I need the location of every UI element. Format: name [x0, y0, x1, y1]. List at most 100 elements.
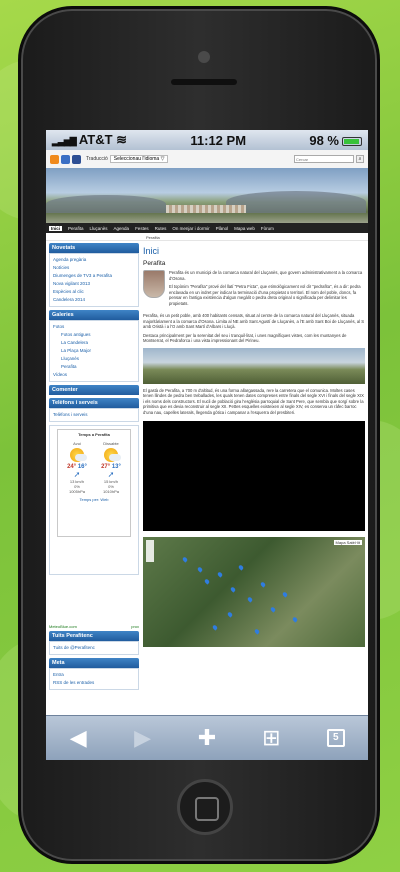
- weather-day-name: Avui: [73, 441, 81, 446]
- weather-pressure: 1005hPa: [68, 489, 85, 494]
- sidebar-link[interactable]: Espècies al clic: [53, 288, 135, 296]
- widget-comenter: Comenter: [49, 385, 139, 395]
- site-topbar: Traducció Seleccionau l'idioma ▽ ⌕: [46, 150, 368, 168]
- weather-title: Temps a Perafita: [78, 432, 110, 437]
- search-input[interactable]: [294, 155, 354, 163]
- safari-toolbar: ◀ ▶ ✚ ⊞ 5: [46, 715, 368, 760]
- partly-cloudy-icon: [69, 448, 87, 462]
- map-pin-icon[interactable]: [229, 586, 237, 593]
- sidebar-link[interactable]: Tuits de @Perafitenc: [53, 644, 135, 652]
- map-pin-icon[interactable]: [226, 611, 234, 618]
- battery-indicator: 98 %: [309, 133, 362, 148]
- rss-icon[interactable]: [50, 154, 59, 164]
- section-title: Perafita: [143, 260, 166, 267]
- sidebar-link[interactable]: Fotos: [53, 323, 135, 331]
- map-pin-icon[interactable]: [281, 591, 289, 598]
- nav-item-menjar[interactable]: On menjar i dormir: [172, 226, 209, 231]
- weather-next-link[interactable]: prox: [131, 624, 139, 629]
- weather-day-name: Dissabte: [103, 441, 119, 446]
- nav-item-festes[interactable]: Festes: [135, 226, 149, 231]
- nav-item-perafita[interactable]: Perafita: [68, 226, 84, 231]
- weather-pressure: 1010hPa: [102, 489, 119, 494]
- sidebar-link[interactable]: RSS de les entrades: [53, 679, 135, 687]
- facebook-icon[interactable]: [72, 154, 81, 164]
- sidebar-link[interactable]: Lluçanès: [53, 355, 135, 363]
- landscape-photo[interactable]: [143, 347, 365, 384]
- nav-item-rutes[interactable]: Rutes: [155, 226, 167, 231]
- search-button[interactable]: ⌕: [356, 155, 364, 163]
- map-pin-icon[interactable]: [211, 624, 219, 631]
- video-embed[interactable]: [143, 421, 365, 531]
- sidebar-link[interactable]: La Candelera: [53, 339, 135, 347]
- widget-title[interactable]: Comenter: [49, 385, 139, 395]
- twitter-icon[interactable]: [61, 154, 70, 164]
- widget-title: Telèfons i serveis: [49, 398, 139, 408]
- paragraph: El gastà de Perafita, a 700 m d'altitud,…: [143, 387, 364, 415]
- tabs-button[interactable]: 5: [321, 723, 351, 753]
- paragraph: El topònim "Perafita" prové del llatí "P…: [169, 284, 361, 306]
- nav-item-llucanes[interactable]: Lluçanès: [90, 226, 108, 231]
- nav-item-mapa-web[interactable]: Mapa web: [234, 226, 255, 231]
- phone-screen: ▂▃▅▇ AT&T ≋ 11:12 PM 98 % Traducció Sele…: [46, 130, 368, 760]
- front-camera: [198, 51, 210, 63]
- map-pin-icon[interactable]: [203, 578, 211, 585]
- carrier-signal: ▂▃▅▇ AT&T ≋: [52, 132, 127, 148]
- sidebar-link[interactable]: Fotos antigues: [53, 331, 135, 339]
- map-pin-icon[interactable]: [259, 581, 267, 588]
- widget-meta: Meta Entra RSS de les entrades: [49, 658, 139, 690]
- weather-source-link[interactable]: MeteoBlue.com: [49, 624, 77, 629]
- widget-novetats: Novetats Agenda pregària Notícies Diumen…: [49, 243, 139, 307]
- sidebar-link[interactable]: La Plaça Major: [53, 347, 135, 355]
- map-zoom-control[interactable]: [146, 540, 154, 562]
- web-page: Traducció Seleccionau l'idioma ▽ ⌕ Inici…: [46, 150, 368, 735]
- carrier-label: AT&T: [78, 132, 113, 147]
- nav-item-forum[interactable]: Fòrum: [261, 226, 274, 231]
- map-pin-icon[interactable]: [246, 596, 254, 603]
- home-button[interactable]: [177, 779, 233, 835]
- coat-of-arms-image: [143, 270, 165, 298]
- sidebar: Novetats Agenda pregària Notícies Diumen…: [49, 243, 139, 693]
- wifi-icon: ≋: [116, 132, 128, 147]
- intro-block: Perafita és un municipi de la comarca na…: [143, 270, 365, 309]
- paragraph: Perafita és un municipi de la comarca na…: [169, 270, 363, 281]
- nav-item-inici[interactable]: Inici: [49, 225, 63, 231]
- tabs-icon: 5: [326, 729, 345, 747]
- widget-weather: Temps a Perafita Avui 24° 16° ➚ 13 km/h …: [49, 425, 139, 575]
- map-pin-icon[interactable]: [269, 606, 277, 613]
- sidebar-link[interactable]: Notícies: [53, 264, 135, 272]
- main-nav: Inici Perafita Lluçanès Agenda Festes Ru…: [46, 223, 368, 233]
- map-pin-icon[interactable]: [196, 566, 204, 573]
- forward-icon[interactable]: ▶: [128, 723, 158, 753]
- sidebar-link[interactable]: Vídeos: [53, 371, 135, 379]
- sidebar-link[interactable]: Telèfons i serveis: [53, 411, 135, 419]
- widget-galeries: Galeries Fotos Fotos antigues La Candele…: [49, 310, 139, 382]
- widget-title: Tuits Perafitenc: [49, 631, 139, 641]
- partly-cloudy-icon: [103, 448, 121, 462]
- nav-item-agenda[interactable]: Agenda: [114, 226, 130, 231]
- bookmarks-book-icon[interactable]: ⊞: [256, 723, 286, 753]
- wind-arrow-icon: ➚: [107, 470, 115, 479]
- add-bookmark-icon[interactable]: ✚: [192, 723, 222, 753]
- map-pin-icon[interactable]: [291, 616, 299, 623]
- map-embed[interactable]: Mapa Satèl·lit: [143, 537, 365, 647]
- sidebar-link[interactable]: Perafita: [53, 363, 135, 371]
- map-pin-icon[interactable]: [237, 564, 245, 571]
- sidebar-link[interactable]: Diumenges de TV3 a Perafita: [53, 272, 135, 280]
- map-pin-icon[interactable]: [216, 571, 224, 578]
- nav-item-planol[interactable]: Plànol: [216, 226, 229, 231]
- sidebar-link[interactable]: Agenda pregària: [53, 256, 135, 264]
- widget-title: Galeries: [49, 310, 139, 320]
- translate-select[interactable]: Seleccionau l'idioma ▽: [109, 155, 169, 163]
- widget-title: Novetats: [49, 243, 139, 253]
- map-pin-icon[interactable]: [253, 628, 261, 635]
- sidebar-link[interactable]: Nova vigilant 2013: [53, 280, 135, 288]
- status-bar: ▂▃▅▇ AT&T ≋ 11:12 PM 98 %: [46, 130, 368, 150]
- map-type-toggle[interactable]: Mapa Satèl·lit: [333, 540, 362, 545]
- sidebar-link[interactable]: Entra: [53, 671, 135, 679]
- widget-title: Meta: [49, 658, 139, 668]
- weather-more-link[interactable]: Temps per: Web: [60, 497, 128, 502]
- back-icon[interactable]: ◀: [63, 723, 93, 753]
- sidebar-link[interactable]: Candelera 2014: [53, 296, 135, 304]
- page-title: Inici: [143, 246, 160, 256]
- map-pin-icon[interactable]: [181, 556, 189, 563]
